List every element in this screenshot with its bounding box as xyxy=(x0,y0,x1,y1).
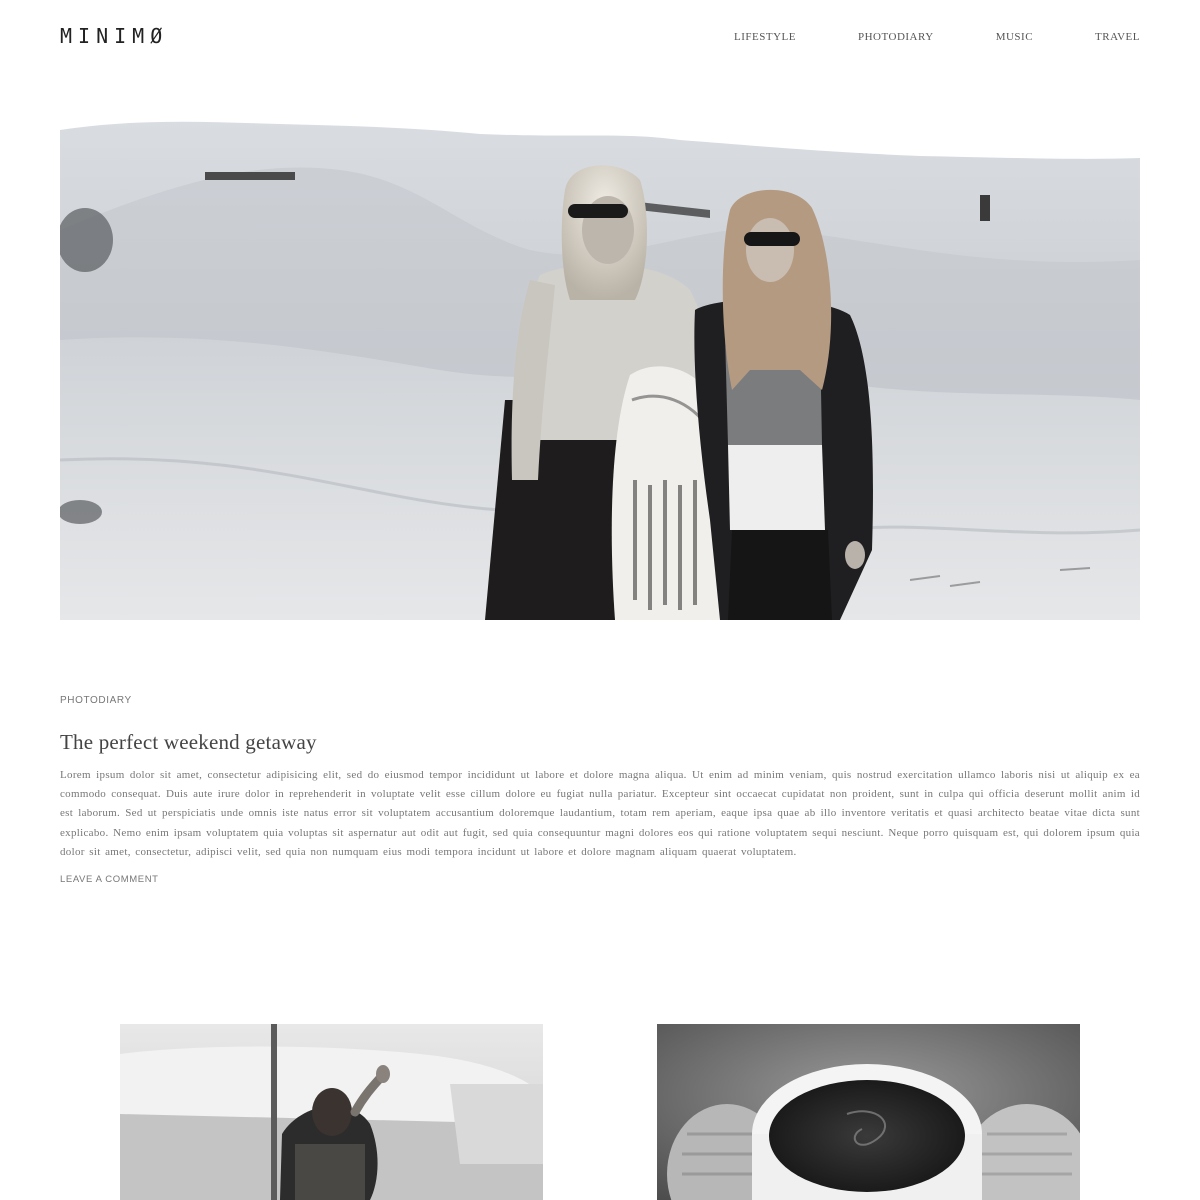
site-logo[interactable]: MINIMØ xyxy=(60,24,168,48)
post-title: The perfect weekend getaway xyxy=(60,728,1140,756)
nav-item-music[interactable]: MUSIC xyxy=(996,30,1033,44)
main-nav: LIFESTYLE PHOTODIARY MUSIC TRAVEL xyxy=(672,30,1140,44)
hero-image[interactable] xyxy=(60,100,1140,620)
post-excerpt: Lorem ipsum dolor sit amet, consectetur … xyxy=(60,769,1140,858)
nav-item-photodiary[interactable]: PHOTODIARY xyxy=(858,30,934,44)
post-title-link[interactable]: The perfect weekend getaway xyxy=(60,730,317,754)
post-category-link[interactable]: PHOTODIARY xyxy=(60,691,132,711)
hero-photo xyxy=(60,100,1140,620)
grid-item-coffee-cup[interactable] xyxy=(657,1024,1080,1200)
site-header: MINIMØ LIFESTYLE PHOTODIARY MUSIC TRAVEL xyxy=(60,0,1140,72)
thumbnail-photo-woman xyxy=(120,1024,543,1200)
post: PHOTODIARY The perfect weekend getaway L… xyxy=(60,690,1140,887)
nav-item-travel[interactable]: TRAVEL xyxy=(1095,30,1140,44)
leave-comment-link[interactable]: LEAVE A COMMENT xyxy=(60,874,159,885)
nav-item-lifestyle[interactable]: LIFESTYLE xyxy=(734,30,796,44)
thumbnail-photo-coffee xyxy=(657,1024,1080,1200)
grid-item-woman-outdoors[interactable] xyxy=(120,1024,543,1200)
